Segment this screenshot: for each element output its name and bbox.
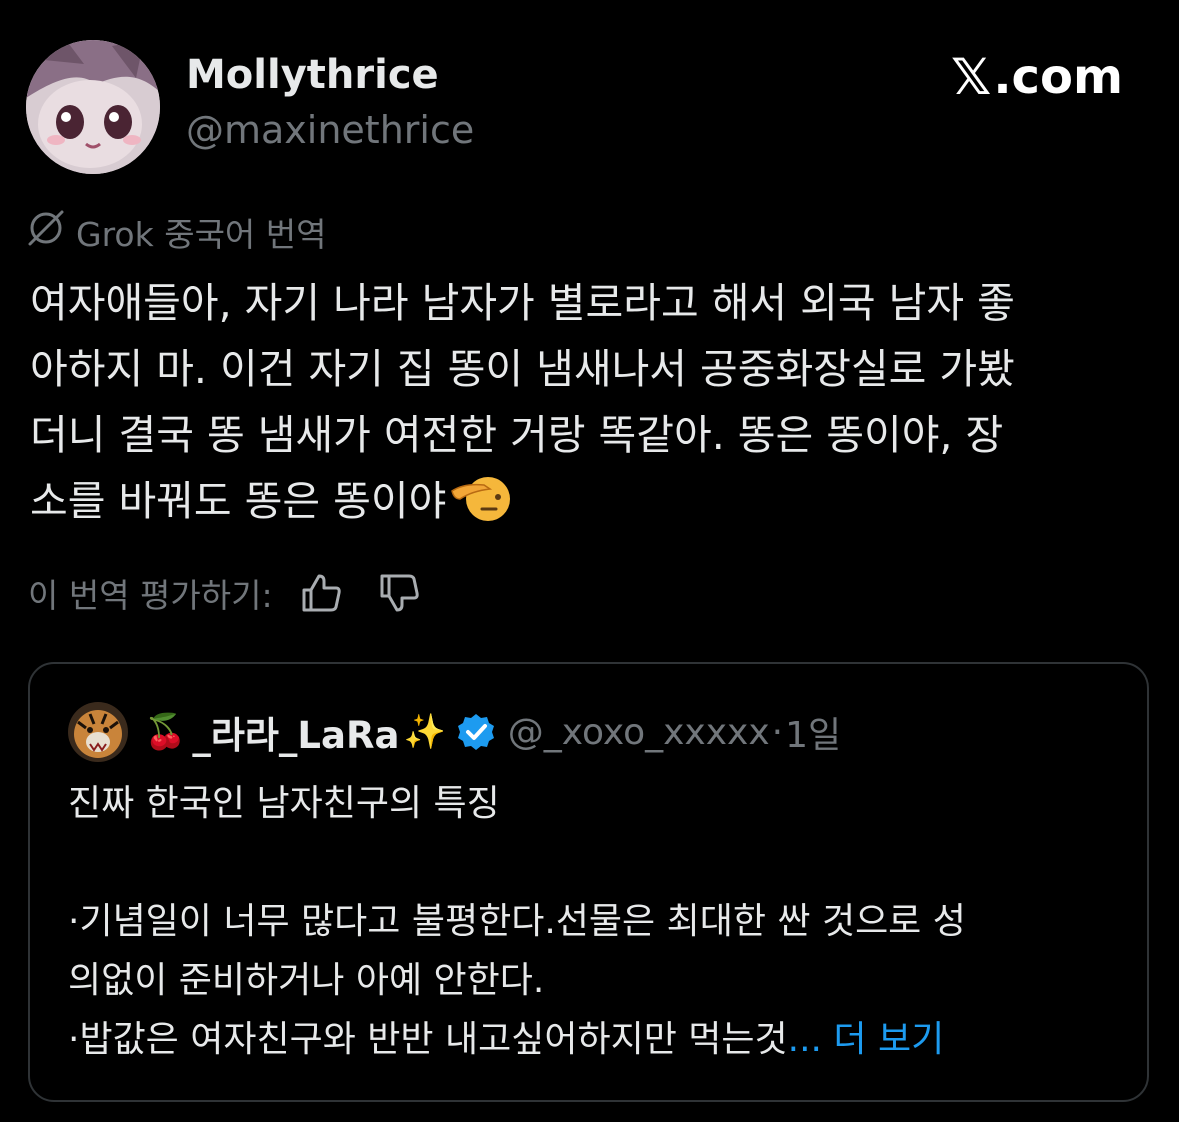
show-more-label: 더 보기 <box>821 1019 945 1060</box>
quoted-author-handle[interactable]: @_xoxo_xxxxx <box>508 712 770 753</box>
quoted-tweet-text: 진짜 한국인 남자친구의 특징 ·기념일이 너무 많다고 불평한다.선물은 최대… <box>68 774 1128 1069</box>
grok-icon <box>26 208 66 256</box>
rate-translation-row: 이 번역 평가하기: <box>28 565 429 621</box>
saluting-face-emoji <box>450 473 512 542</box>
separator-dot: · <box>771 711 784 753</box>
x-logo-glyph: 𝕏 <box>951 48 992 106</box>
x-com-domain: .com <box>993 49 1123 105</box>
author-display-name[interactable]: Mollythrice <box>186 52 439 98</box>
translation-label: Grok 중국어 번역 <box>76 215 327 254</box>
quoted-author-name[interactable]: 🍒 _라라_LaRa ✨ <box>144 705 496 759</box>
tweet-line-last: 소를 바꿔도 똥은 똥이야 <box>30 468 1160 542</box>
quoted-tweet-card[interactable]: 🍒 _라라_LaRa ✨ @_xoxo_xxxxx · 1일 진짜 한국인 남자… <box>28 662 1149 1102</box>
tweet-line: 소를 바꿔도 똥은 똥이야 <box>30 477 447 525</box>
sparkles-emoji: ✨ <box>403 712 446 752</box>
tweet-line: 더니 결국 똥 냄새가 여전한 거랑 똑같아. 똥은 똥이야, 장 <box>30 411 1004 459</box>
quoted-line: ·기념일이 너무 많다고 불평한다.선물은 최대한 싼 것으로 성 <box>68 901 966 942</box>
tweet-text: 여자애들아, 자기 나라 남자가 별로라고 해서 외국 남자 좋 아하지 마. … <box>30 270 1160 542</box>
author-avatar[interactable] <box>26 40 160 174</box>
quoted-tweet-header: 🍒 _라라_LaRa ✨ @_xoxo_xxxxx · 1일 <box>68 702 841 762</box>
x-com-logo: 𝕏 .com <box>951 48 1123 106</box>
quoted-tweet-time[interactable]: 1일 <box>785 706 841 758</box>
author-handle[interactable]: @maxinethrice <box>186 108 474 152</box>
rate-translation-label: 이 번역 평가하기: <box>28 576 273 615</box>
quoted-line-last: ·밥값은 여자친구와 반반 내고싶어하지만 먹는것... 더 보기 <box>68 1010 1128 1069</box>
quoted-author-name-text: _라라_LaRa <box>192 714 400 757</box>
quoted-line <box>68 833 1128 892</box>
quoted-author-avatar[interactable] <box>68 702 128 762</box>
quoted-line: 의없이 준비하거나 아예 안한다. <box>68 960 545 1001</box>
tweet-line: 아하지 마. 이건 자기 집 똥이 냄새나서 공중화장실로 가봤 <box>30 345 1015 393</box>
quoted-line: 진짜 한국인 남자친구의 특징 <box>68 783 500 824</box>
show-more-ellipsis: ... <box>787 1019 822 1060</box>
show-more-link[interactable]: ... 더 보기 <box>788 1019 945 1060</box>
translation-label-row: Grok 중국어 번역 <box>26 210 327 254</box>
tweet-line: 여자애들아, 자기 나라 남자가 별로라고 해서 외국 남자 좋 <box>30 279 1015 327</box>
verified-badge-icon <box>456 712 496 752</box>
thumbs-down-icon[interactable] <box>369 565 429 621</box>
quoted-line: ·밥값은 여자친구와 반반 내고싶어하지만 먹는것 <box>68 1019 788 1060</box>
cherry-emoji: 🍒 <box>144 712 187 752</box>
thumbs-up-icon[interactable] <box>291 565 351 621</box>
